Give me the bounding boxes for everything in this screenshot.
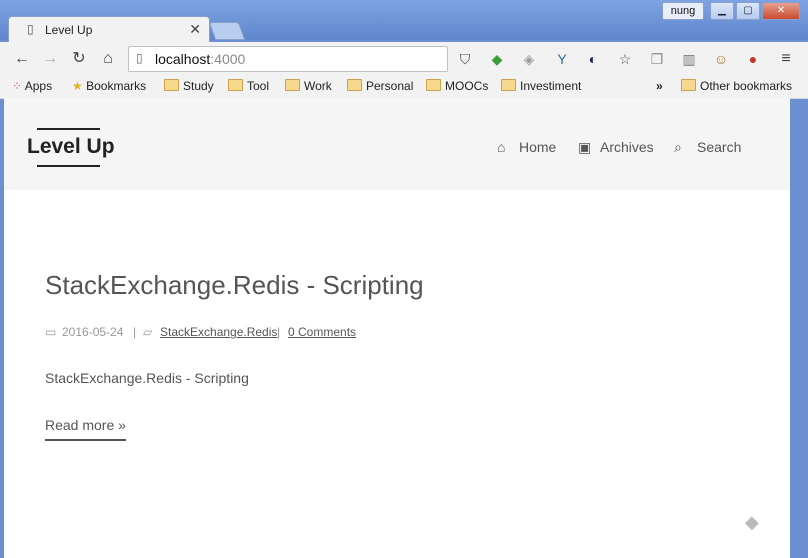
speed-extension-icon[interactable]: ◐ (583, 49, 603, 69)
feedly-icon[interactable]: ◆ (487, 49, 507, 69)
bookmark-folder-work[interactable]: Work (285, 79, 332, 93)
folder-icon (501, 79, 516, 91)
bookmark-folder-investiment[interactable]: Investiment (501, 79, 581, 93)
folder-icon (681, 79, 696, 91)
copy-icon[interactable]: ❐ (647, 49, 667, 69)
site-logo[interactable]: Level Up (27, 135, 115, 159)
back-icon[interactable]: ← (12, 49, 32, 69)
folder-icon (347, 79, 362, 91)
bookmark-folder-study[interactable]: Study (164, 79, 214, 93)
folder-icon (228, 79, 243, 91)
browser-tab[interactable]: ▯ Level Up ✕ (8, 16, 210, 43)
profile-button[interactable]: nung (662, 2, 704, 20)
folder-icon (285, 79, 300, 91)
meta-separator: | (133, 325, 137, 339)
home-icon[interactable]: ⌂ (98, 49, 118, 69)
tab-close-icon[interactable]: ✕ (189, 21, 201, 38)
apps-shortcut[interactable]: ⁘ Apps (12, 79, 52, 93)
folder-icon: ▱ (143, 325, 153, 339)
menu-icon[interactable]: ≡ (776, 49, 796, 69)
post-title[interactable]: StackExchange.Redis - Scripting (45, 270, 424, 301)
post-comments-link[interactable]: 0 Comments (288, 325, 356, 339)
nav-home[interactable]: Home (519, 139, 556, 155)
feed-icon[interactable]: ◈ (519, 49, 539, 69)
forward-icon[interactable]: → (40, 49, 60, 69)
bookmarks-bar: ⁘ Apps ★ Bookmarks Study Tool Work Perso… (0, 76, 808, 99)
close-window-button[interactable]: ✕ (762, 2, 800, 20)
archive-icon: ▣ (578, 139, 592, 155)
y-extension-icon[interactable]: Y (552, 49, 572, 69)
maximize-button[interactable]: ▢ (736, 2, 760, 20)
site-header: Level Up ⌂ Home ▣ Archives ⌕ Search (4, 98, 790, 190)
read-more-link[interactable]: Read more » (45, 417, 126, 441)
home-icon: ⌂ (497, 139, 506, 155)
color-extension-icon[interactable]: ● (743, 49, 763, 69)
page-content: Level Up ⌂ Home ▣ Archives ⌕ Search Stac… (4, 98, 790, 558)
bookmark-bookmarks[interactable]: ★ Bookmarks (72, 79, 146, 93)
face-extension-icon[interactable]: ☺ (711, 49, 731, 69)
page-icon: ▯ (27, 22, 34, 36)
logo-rule-top (37, 128, 100, 130)
title-bar: ▯ Level Up ✕ nung ▁ ▢ ✕ (0, 0, 808, 43)
bookmarks-overflow-button[interactable]: » (656, 79, 663, 93)
pocket-icon[interactable]: ⛉ (455, 49, 475, 69)
post-date: 2016-05-24 (62, 325, 124, 339)
browser-toolbar: ← → ↻ ⌂ ▯ localhost:4000 ⛉ ◆ ◈ Y ◐ ☆ ❐ ▥… (0, 42, 808, 76)
post-excerpt: StackExchange.Redis - Scripting (45, 370, 249, 386)
nav-archives[interactable]: Archives (600, 139, 654, 155)
nav-search[interactable]: Search (697, 139, 741, 155)
minimize-button[interactable]: ▁ (710, 2, 734, 20)
bookmark-folder-tool[interactable]: Tool (228, 79, 269, 93)
browser-window: ▯ Level Up ✕ nung ▁ ▢ ✕ ← → ↻ ⌂ ▯ localh… (0, 0, 808, 558)
bookmark-folder-moocs[interactable]: MOOCs (426, 79, 488, 93)
reload-icon[interactable]: ↻ (69, 49, 89, 69)
address-text: localhost:4000 (155, 51, 246, 67)
bookmark-folder-personal[interactable]: Personal (347, 79, 413, 93)
apps-grid-icon: ⁘ (12, 79, 23, 93)
bookmark-star-icon[interactable]: ☆ (615, 49, 635, 69)
feedly-floating-icon[interactable]: ◆ (745, 512, 759, 533)
folder-icon (426, 79, 441, 91)
search-icon: ⌕ (674, 139, 682, 155)
post-category-link[interactable]: StackExchange.Redis (160, 325, 277, 339)
folder-icon (164, 79, 179, 91)
page-icon: ▯ (136, 51, 143, 65)
star-icon: ★ (72, 79, 83, 93)
trello-icon[interactable]: ▥ (679, 49, 699, 69)
tab-title: Level Up (45, 23, 93, 37)
address-bar[interactable]: ▯ localhost:4000 (128, 46, 448, 72)
logo-rule-bottom (37, 165, 100, 167)
calendar-icon: ▭ (45, 325, 57, 339)
meta-separator: | (277, 325, 281, 339)
new-tab-button[interactable] (208, 22, 246, 40)
other-bookmarks-folder[interactable]: Other bookmarks (681, 79, 792, 93)
